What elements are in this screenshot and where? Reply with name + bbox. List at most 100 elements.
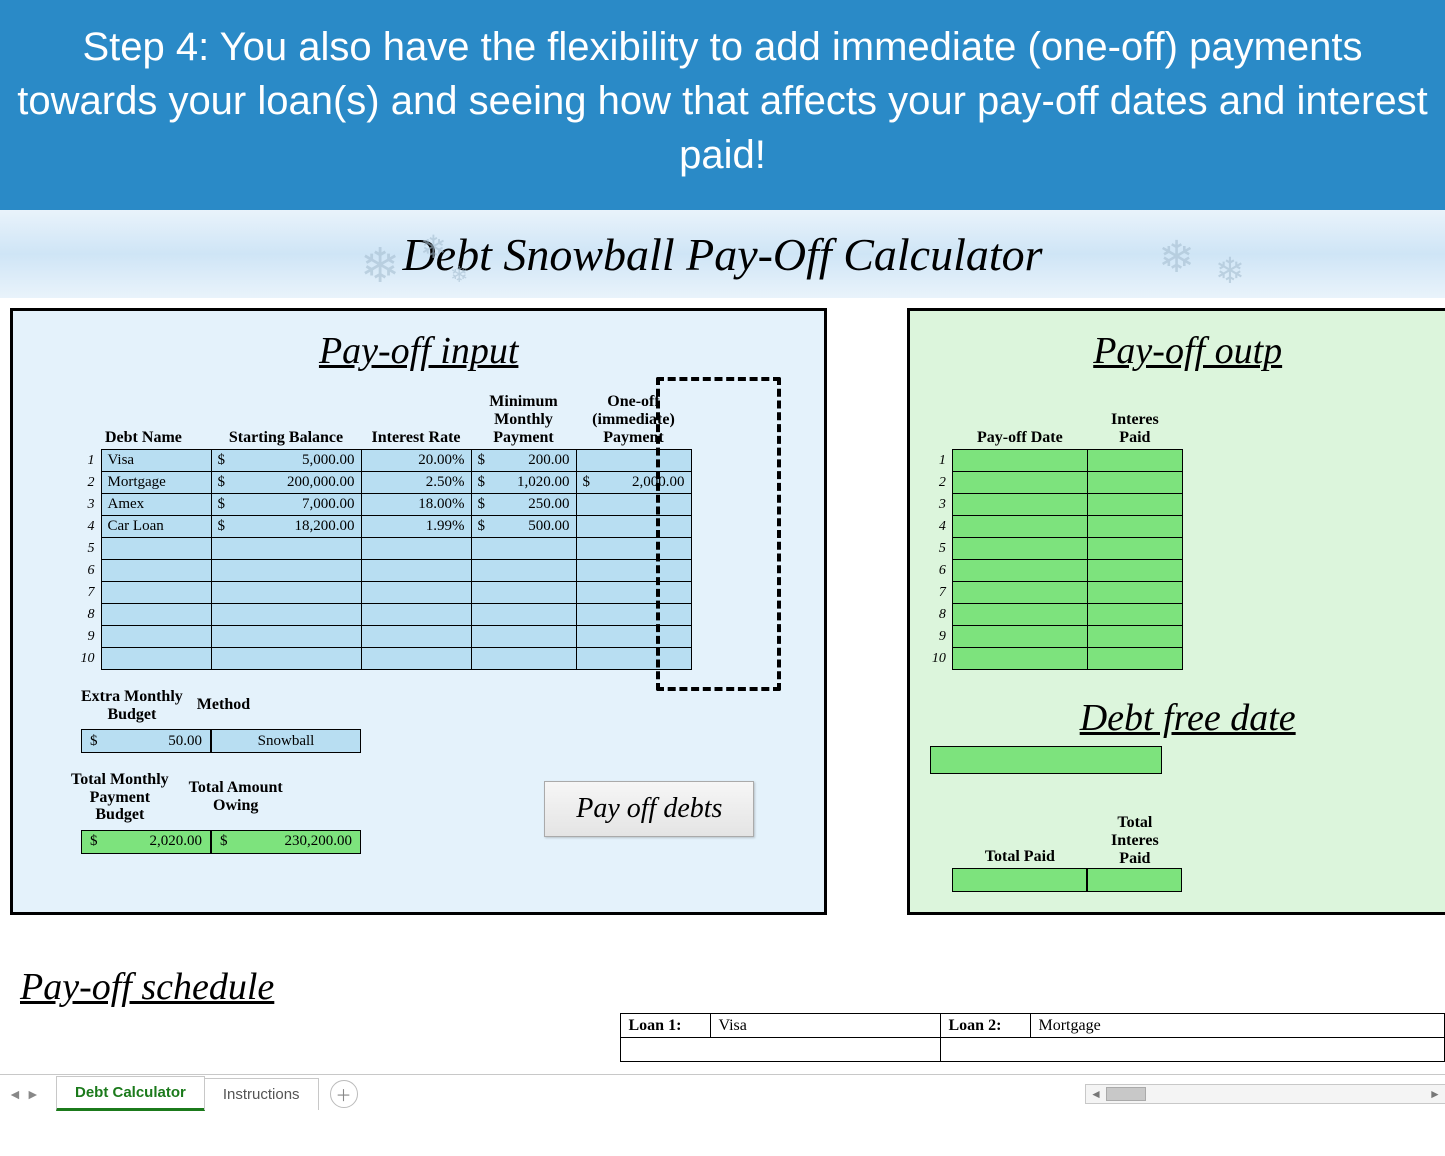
table-row: 10 [79,648,691,670]
min-payment-cell[interactable] [471,648,576,670]
interest-rate-cell[interactable]: 20.00% [361,450,471,472]
table-row: 8 [79,604,691,626]
payoff-date-cell [952,494,1087,516]
oneoff-payment-cell[interactable]: $2,000.00 [576,472,691,494]
oneoff-payment-cell[interactable] [576,516,691,538]
tab-debt-calculator[interactable]: Debt Calculator [56,1076,205,1111]
debt-name-cell[interactable]: Car Loan [101,516,211,538]
starting-balance-cell[interactable]: $200,000.00 [211,472,361,494]
debt-name-cell[interactable] [101,538,211,560]
total-owing-cell: $230,200.00 [211,830,361,854]
min-payment-cell[interactable] [471,626,576,648]
total-paid-label: Total Paid [952,814,1087,868]
row-number: 6 [930,560,952,582]
interest-paid-cell [1087,472,1182,494]
table-row: 1 [930,450,1182,472]
interest-rate-cell[interactable] [361,648,471,670]
row-number: 9 [930,626,952,648]
interest-rate-cell[interactable]: 18.00% [361,494,471,516]
debt-name-cell[interactable] [101,560,211,582]
scroll-left-icon[interactable]: ◄ [1086,1087,1106,1101]
min-payment-cell[interactable]: $200.00 [471,450,576,472]
starting-balance-cell[interactable] [211,648,361,670]
oneoff-payment-cell[interactable] [576,604,691,626]
scrollbar-thumb[interactable] [1106,1087,1146,1101]
horizontal-scrollbar[interactable]: ◄ ► [1085,1084,1445,1104]
interest-rate-cell[interactable]: 1.99% [361,516,471,538]
interest-rate-cell[interactable] [361,538,471,560]
row-number: 1 [930,450,952,472]
payoff-date-cell [952,450,1087,472]
debt-name-cell[interactable] [101,604,211,626]
oneoff-payment-cell[interactable] [576,538,691,560]
min-payment-cell[interactable]: $250.00 [471,494,576,516]
table-row: 2Mortgage$200,000.002.50%$1,020.00$2,000… [79,472,691,494]
debt-name-cell[interactable] [101,582,211,604]
starting-balance-cell[interactable] [211,604,361,626]
loan2-name: Mortgage [1030,1014,1445,1038]
loan1-name: Visa [710,1014,940,1038]
add-sheet-button[interactable]: ＋ [330,1080,358,1108]
debt-free-date-cell [930,746,1162,774]
payoff-date-cell [952,472,1087,494]
snowflake-icon: ❄ [1215,250,1245,292]
table-row: 6 [930,560,1182,582]
starting-balance-cell[interactable] [211,582,361,604]
method-cell[interactable]: Snowball [211,729,361,753]
interest-rate-cell[interactable] [361,560,471,582]
starting-balance-cell[interactable]: $18,200.00 [211,516,361,538]
payoff-date-cell [952,560,1087,582]
table-row: 7 [79,582,691,604]
scroll-right-icon[interactable]: ► [1425,1087,1445,1101]
min-payment-cell[interactable]: $1,020.00 [471,472,576,494]
extra-budget-cell[interactable]: $50.00 [81,729,211,753]
debt-name-cell[interactable]: Mortgage [101,472,211,494]
sheet-nav-prev-icon[interactable]: ◄ [8,1086,22,1102]
row-number: 1 [79,450,101,472]
sheet-nav-next-icon[interactable]: ► [26,1086,40,1102]
row-number: 8 [930,604,952,626]
oneoff-payment-cell[interactable] [576,560,691,582]
starting-balance-cell[interactable]: $5,000.00 [211,450,361,472]
starting-balance-cell[interactable] [211,538,361,560]
row-number: 4 [930,516,952,538]
table-row: 4Car Loan$18,200.001.99%$500.00 [79,516,691,538]
interest-rate-cell[interactable]: 2.50% [361,472,471,494]
interest-rate-cell[interactable] [361,582,471,604]
row-number: 6 [79,560,101,582]
oneoff-payment-cell[interactable] [576,494,691,516]
payoff-date-cell [952,516,1087,538]
col-oneoff-payment: One-off(immediate)Payment [576,393,691,450]
table-row: 3 [930,494,1182,516]
snowflake-icon: ❄ [360,238,400,294]
interest-rate-cell[interactable] [361,604,471,626]
payoff-output-panel: Pay-off outp Pay-off Date InteresPaid 12… [907,308,1445,915]
min-payment-cell[interactable]: $500.00 [471,516,576,538]
debt-name-cell[interactable]: Visa [101,450,211,472]
min-payment-cell[interactable] [471,604,576,626]
payoff-date-cell [952,626,1087,648]
starting-balance-cell[interactable] [211,626,361,648]
debt-name-cell[interactable]: Amex [101,494,211,516]
row-number: 10 [79,648,101,670]
oneoff-payment-cell[interactable] [576,648,691,670]
oneoff-payment-cell[interactable] [576,626,691,648]
min-payment-cell[interactable] [471,582,576,604]
starting-balance-cell[interactable]: $7,000.00 [211,494,361,516]
debt-free-heading: Debt free date [930,696,1445,740]
col-payoff-date: Pay-off Date [952,411,1087,450]
min-payment-cell[interactable] [471,538,576,560]
tab-instructions[interactable]: Instructions [204,1078,319,1110]
col-interest-rate: Interest Rate [361,393,471,450]
interest-rate-cell[interactable] [361,626,471,648]
pay-off-debts-button[interactable]: Pay off debts [544,781,754,837]
table-row: 6 [79,560,691,582]
snowflake-icon: ❄ [450,262,468,288]
starting-balance-cell[interactable] [211,560,361,582]
debt-name-cell[interactable] [101,626,211,648]
oneoff-payment-cell[interactable] [576,582,691,604]
debt-name-cell[interactable] [101,648,211,670]
oneoff-payment-cell[interactable] [576,450,691,472]
min-payment-cell[interactable] [471,560,576,582]
payoff-output-table: Pay-off Date InteresPaid 12345678910 [930,411,1183,670]
